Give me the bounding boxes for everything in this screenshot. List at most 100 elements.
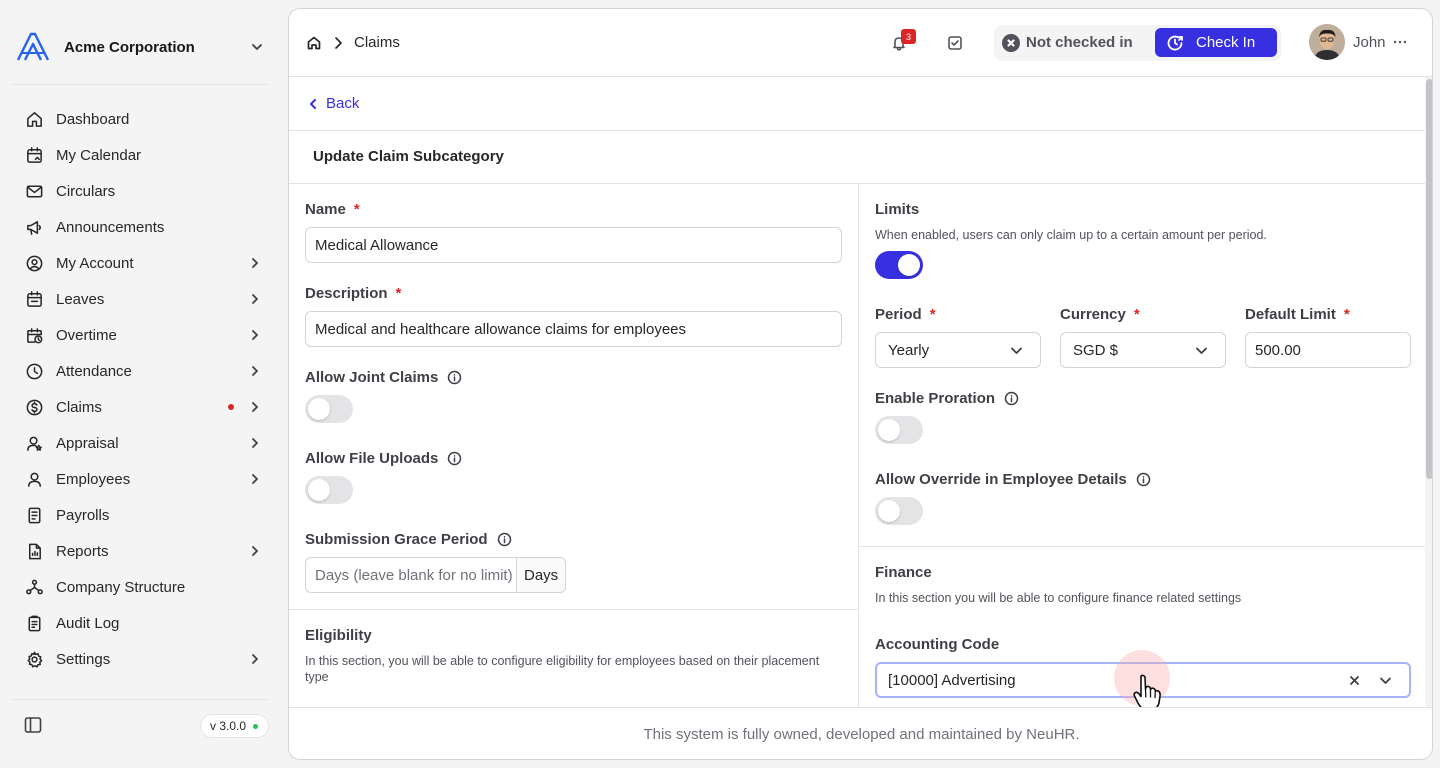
avatar[interactable] bbox=[1309, 24, 1345, 60]
org-switcher[interactable]: Acme Corporation bbox=[16, 30, 268, 64]
finance-title: Finance bbox=[875, 564, 932, 581]
sidebar-item-settings[interactable]: Settings bbox=[16, 641, 270, 677]
sidebar-item-appraisal[interactable]: Appraisal bbox=[16, 425, 270, 461]
more-icon[interactable] bbox=[1392, 34, 1408, 50]
info-icon[interactable] bbox=[1004, 391, 1019, 406]
calendar-check-icon bbox=[24, 289, 44, 309]
required-marker: * bbox=[929, 306, 936, 323]
sidebar-nav: Dashboard My Calendar Circulars Announce… bbox=[16, 101, 270, 677]
info-icon[interactable] bbox=[447, 370, 462, 385]
sidebar-item-my-account[interactable]: My Account bbox=[16, 245, 270, 281]
sidebar-item-label: Claims bbox=[56, 398, 102, 416]
info-icon[interactable] bbox=[1136, 472, 1151, 487]
user-star-icon bbox=[24, 433, 44, 453]
unread-dot bbox=[228, 404, 234, 410]
allow-joint-claims-label: Allow Joint Claims bbox=[305, 369, 462, 386]
sidebar-item-reports[interactable]: Reports bbox=[16, 533, 270, 569]
chevron-right-icon bbox=[248, 256, 262, 270]
home-icon bbox=[24, 109, 44, 129]
sidebar-item-label: Audit Log bbox=[56, 614, 120, 632]
x-circle-icon bbox=[1002, 34, 1020, 52]
clock-in-icon bbox=[1167, 35, 1183, 50]
period-label-text: Period bbox=[875, 306, 922, 323]
enable-proration-toggle[interactable] bbox=[875, 416, 923, 444]
sidebar-item-overtime[interactable]: Overtime bbox=[16, 317, 270, 353]
sidebar-item-audit-log[interactable]: Audit Log bbox=[16, 605, 270, 641]
megaphone-icon bbox=[24, 217, 44, 237]
allow-joint-claims-toggle[interactable] bbox=[305, 395, 353, 423]
sidebar-item-label: Company Structure bbox=[56, 578, 186, 596]
required-marker: * bbox=[395, 285, 402, 302]
divider bbox=[289, 609, 858, 610]
eligibility-subtitle: In this section, you will be able to con… bbox=[305, 654, 820, 684]
allow-override-label: Allow Override in Employee Details bbox=[875, 471, 1151, 488]
sidebar-item-dashboard[interactable]: Dashboard bbox=[16, 101, 270, 137]
description-label-text: Description bbox=[305, 285, 388, 302]
grace-period-label-text: Submission Grace Period bbox=[305, 531, 488, 548]
sidebar-item-leaves[interactable]: Leaves bbox=[16, 281, 270, 317]
sidebar-item-payrolls[interactable]: Payrolls bbox=[16, 497, 270, 533]
chevron-right-icon bbox=[248, 436, 262, 450]
period-select[interactable]: Yearly bbox=[875, 332, 1041, 368]
default-limit-label-text: Default Limit bbox=[1245, 306, 1336, 323]
accounting-code-label: Accounting Code bbox=[875, 636, 1000, 653]
sidebar-item-label: Employees bbox=[56, 470, 131, 488]
sidebar-item-my-calendar[interactable]: My Calendar bbox=[16, 137, 270, 173]
org-name: Acme Corporation bbox=[64, 38, 195, 56]
footer-text: This system is fully owned, developed an… bbox=[643, 726, 1080, 743]
currency-label: Currency * bbox=[1060, 306, 1140, 323]
name-label-text: Name bbox=[305, 201, 346, 218]
topbar: Claims 3 Not checked in Check In John bbox=[289, 9, 1432, 77]
sidebar-item-label: Reports bbox=[56, 542, 109, 560]
accounting-code-value: [10000] Advertising bbox=[888, 671, 1016, 689]
sidebar-item-employees[interactable]: Employees bbox=[16, 461, 270, 497]
network-icon bbox=[24, 577, 44, 597]
sidebar-item-company-structure[interactable]: Company Structure bbox=[16, 569, 270, 605]
user-circle-icon bbox=[24, 253, 44, 273]
sidebar-item-circulars[interactable]: Circulars bbox=[16, 173, 270, 209]
description-input[interactable]: Medical and healthcare allowance claims … bbox=[305, 311, 842, 347]
chevron-left-icon bbox=[310, 98, 316, 109]
clear-icon[interactable] bbox=[1347, 673, 1362, 688]
required-marker: * bbox=[1133, 306, 1140, 323]
allow-override-toggle[interactable] bbox=[875, 497, 923, 525]
info-icon[interactable] bbox=[447, 451, 462, 466]
sidebar-item-attendance[interactable]: Attendance bbox=[16, 353, 270, 389]
default-limit-input[interactable]: 500.00 bbox=[1245, 332, 1411, 368]
currency-select[interactable]: SGD $ bbox=[1060, 332, 1226, 368]
scrollbar-thumb[interactable] bbox=[1426, 79, 1432, 479]
breadcrumb-current: Claims bbox=[354, 34, 400, 51]
sidebar-item-label: Dashboard bbox=[56, 110, 130, 128]
limits-toggle[interactable] bbox=[875, 251, 923, 279]
info-icon[interactable] bbox=[497, 532, 512, 547]
allow-override-label-text: Allow Override in Employee Details bbox=[875, 471, 1127, 488]
sidebar-collapse-icon[interactable] bbox=[24, 716, 44, 736]
page-title: Update Claim Subcategory bbox=[313, 148, 504, 165]
back-link[interactable]: Back bbox=[307, 95, 359, 112]
chevron-down-icon bbox=[1009, 343, 1024, 358]
home-icon[interactable] bbox=[306, 35, 322, 51]
grace-period-label: Submission Grace Period bbox=[305, 531, 512, 548]
checkin-status: Not checked in bbox=[1026, 34, 1133, 51]
calendar-clock-icon bbox=[24, 325, 44, 345]
chevron-right-icon bbox=[248, 472, 262, 486]
sidebar-item-label: Appraisal bbox=[56, 434, 119, 452]
allow-file-uploads-toggle[interactable] bbox=[305, 476, 353, 504]
sidebar-item-announcements[interactable]: Announcements bbox=[16, 209, 270, 245]
chevron-down-icon bbox=[1194, 343, 1209, 358]
back-row: Back bbox=[289, 78, 1425, 131]
sidebar-item-label: Attendance bbox=[56, 362, 132, 380]
sidebar-item-label: Announcements bbox=[56, 218, 165, 236]
enable-proration-label-text: Enable Proration bbox=[875, 390, 996, 407]
dollar-circle-icon bbox=[24, 397, 44, 417]
main-panel: Claims 3 Not checked in Check In John Ba… bbox=[288, 8, 1433, 760]
currency-value: SGD $ bbox=[1073, 341, 1119, 359]
chevron-down-icon[interactable] bbox=[1378, 673, 1393, 688]
task-check-icon[interactable] bbox=[947, 35, 963, 51]
grace-period-input[interactable]: Days (leave blank for no limit) bbox=[305, 557, 517, 593]
sidebar-item-claims[interactable]: Claims bbox=[16, 389, 270, 425]
check-in-button[interactable]: Check In bbox=[1155, 28, 1277, 57]
name-input[interactable]: Medical Allowance bbox=[305, 227, 842, 263]
period-value: Yearly bbox=[888, 341, 930, 359]
divider bbox=[12, 699, 268, 700]
